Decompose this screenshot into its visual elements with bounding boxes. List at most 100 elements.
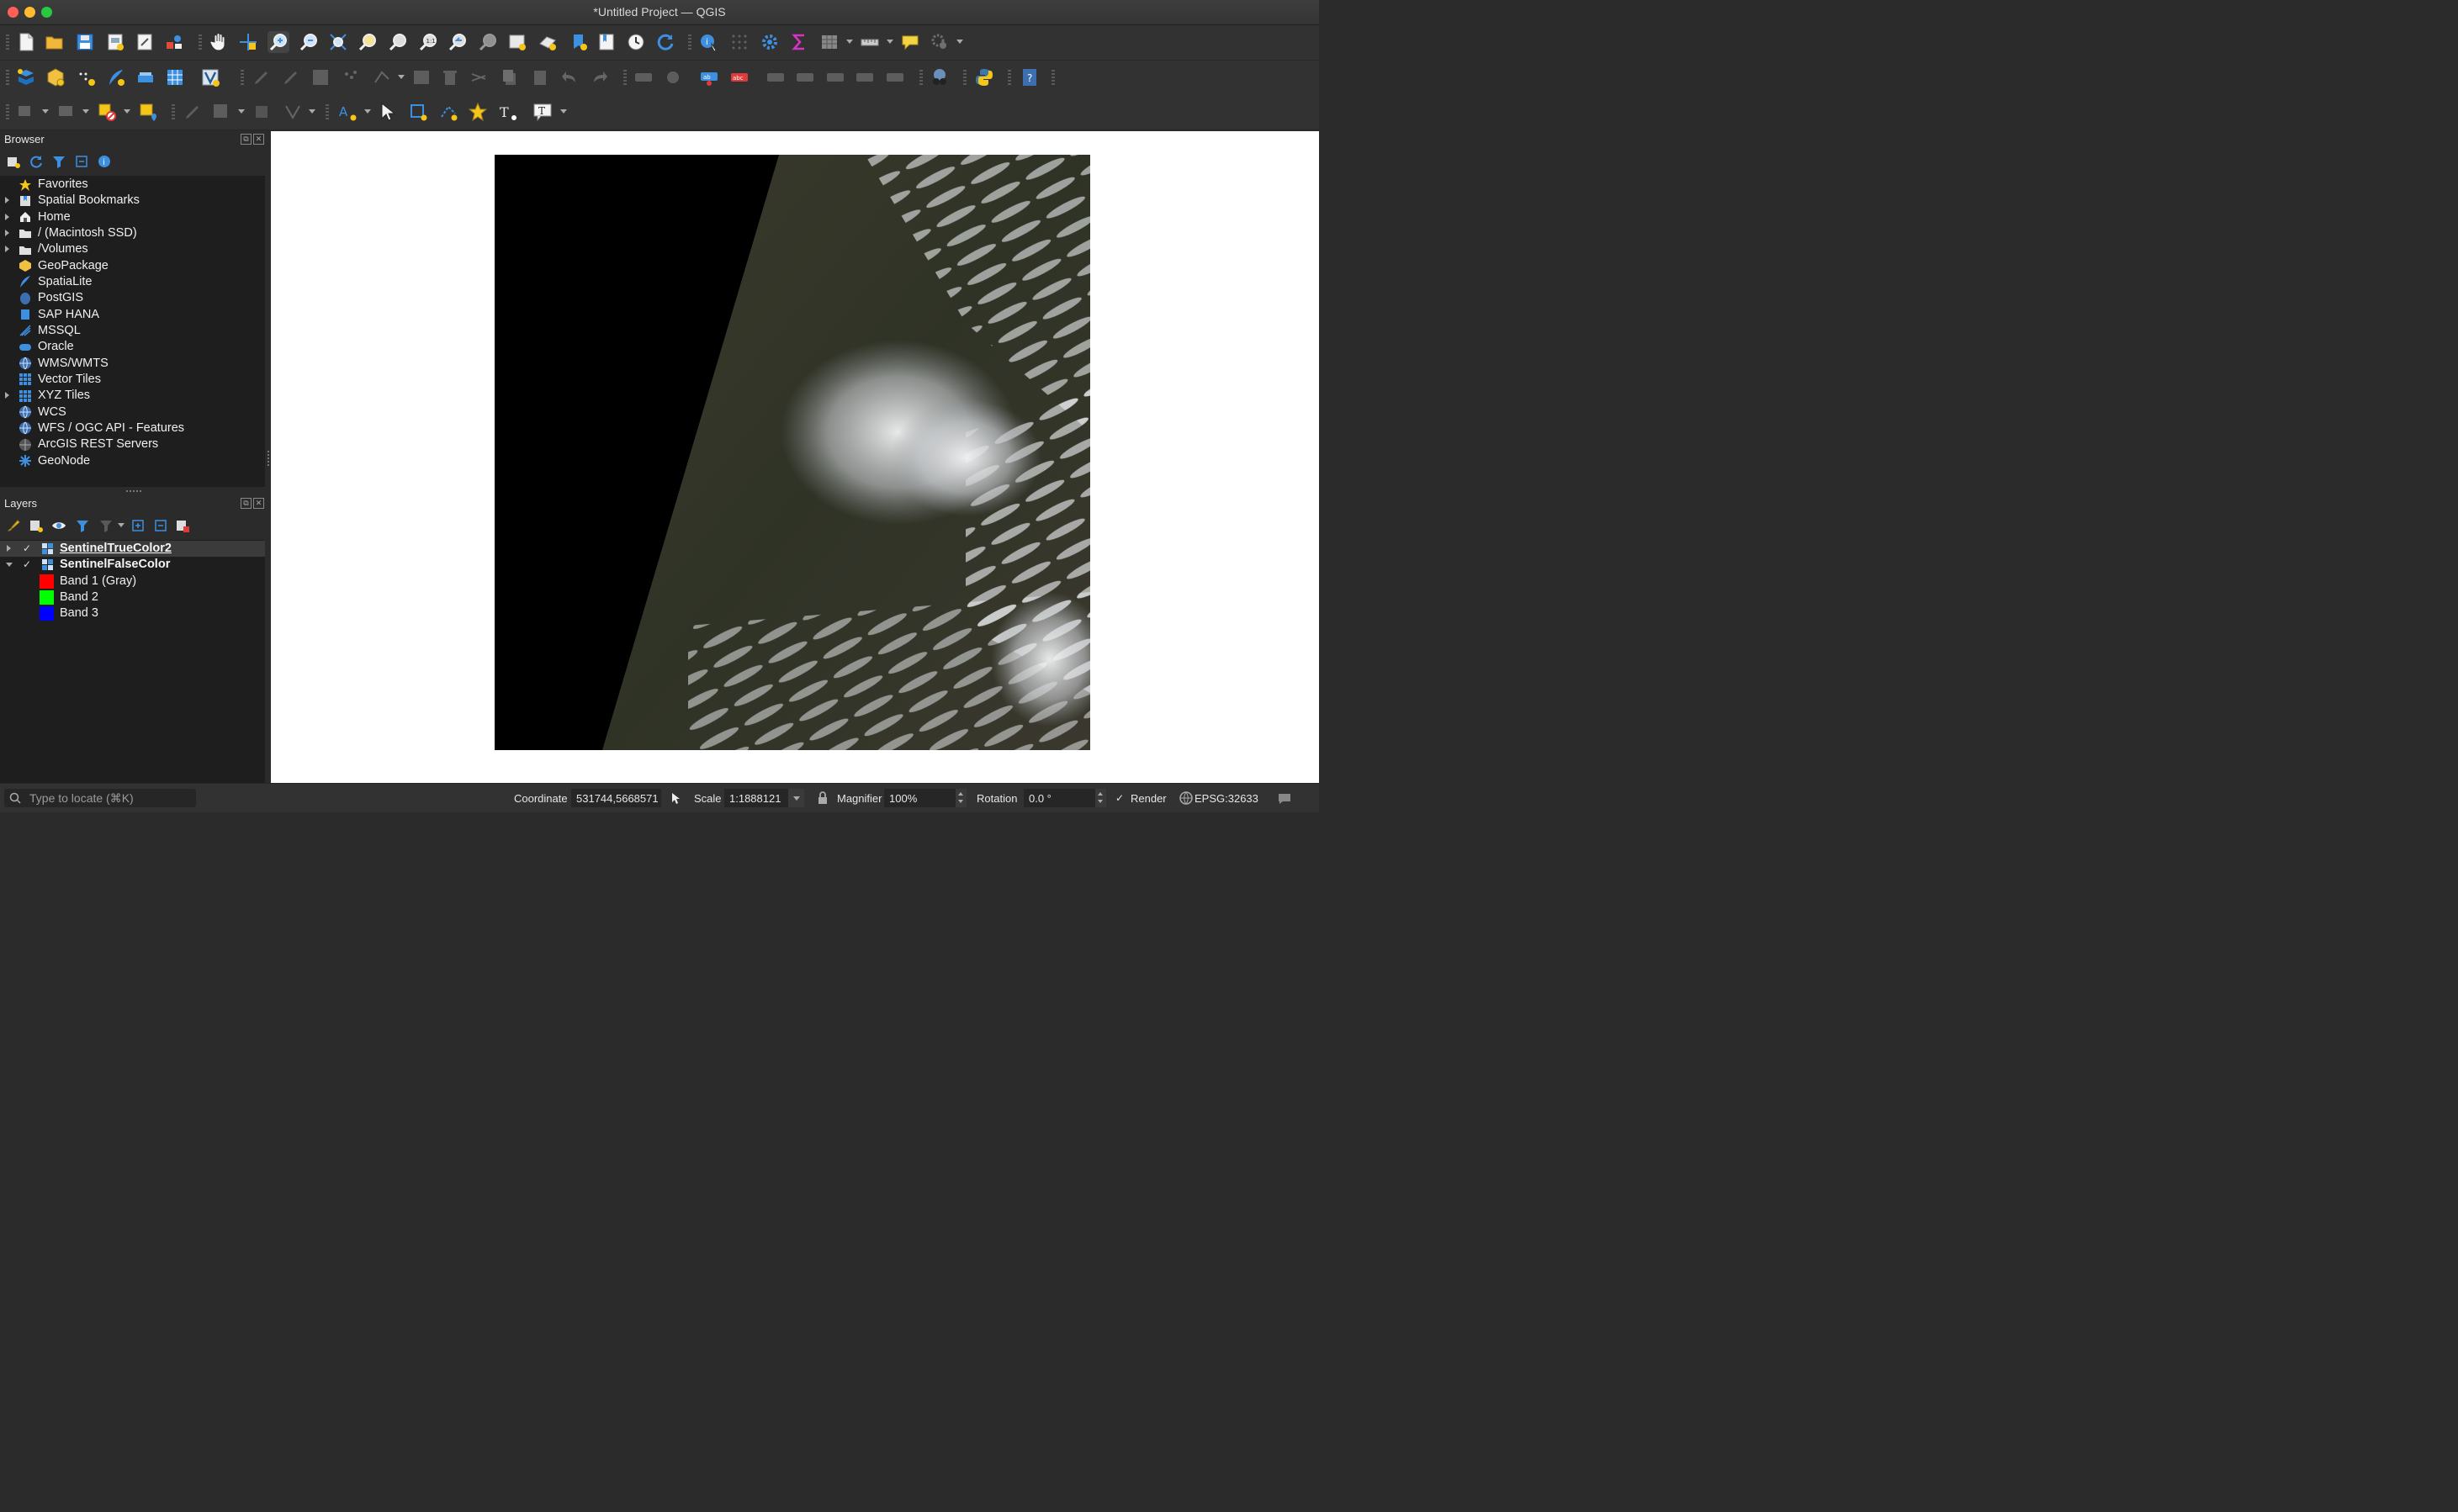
paste-features-button[interactable]	[529, 66, 551, 88]
filter-browser-button[interactable]	[50, 153, 67, 170]
create-line-annotation-button[interactable]	[437, 101, 459, 123]
manage-map-themes-button[interactable]	[50, 517, 67, 534]
toolbar-handle[interactable]	[919, 70, 923, 87]
layer-labeling-options-button[interactable]	[633, 66, 654, 88]
browser-item-arcgis-rest-servers[interactable]: ArcGIS REST Servers	[0, 436, 265, 452]
toolbar-handle[interactable]	[6, 104, 9, 121]
toolbar-handle[interactable]	[241, 70, 244, 87]
expand-arrow-icon[interactable]	[7, 545, 11, 552]
map-canvas[interactable]	[271, 131, 1319, 783]
select-features-button[interactable]	[15, 101, 37, 123]
crs-globe-icon[interactable]	[1179, 790, 1194, 806]
float-panel-icon[interactable]: ⧉	[241, 134, 252, 145]
create-text-annotation-button[interactable]: A	[336, 101, 358, 123]
zoom-full-button[interactable]	[327, 31, 349, 53]
toggle-extents-mouse-icon[interactable]	[668, 790, 683, 806]
plugin-tools-button[interactable]	[929, 31, 951, 53]
scale-combobox[interactable]: 1:1888121	[724, 789, 788, 807]
select-by-location-button[interactable]	[137, 101, 159, 123]
new-map-view-button[interactable]	[506, 31, 528, 53]
current-edits-button[interactable]	[251, 66, 273, 88]
toolbar-handle[interactable]	[6, 34, 9, 51]
annotation-callout-dropdown-arrow[interactable]	[560, 109, 567, 114]
new-spatial-bookmark-button[interactable]	[568, 31, 590, 53]
digitize-shape-button[interactable]	[182, 101, 204, 123]
expand-arrow-icon[interactable]	[5, 392, 9, 399]
deselect-all-button[interactable]	[96, 101, 118, 123]
expand-arrow-icon[interactable]	[5, 229, 9, 236]
text-annotation-callout-button[interactable]: T	[532, 101, 554, 123]
style-manager-button[interactable]	[163, 31, 185, 53]
zoom-native-resolution-button[interactable]: 1:1	[417, 31, 439, 53]
show-hide-labels-button[interactable]	[794, 66, 816, 88]
new-temporary-scratch-layer-button[interactable]	[76, 66, 98, 88]
browser-item-macintosh-ssd[interactable]: / (Macintosh SSD)	[0, 225, 265, 241]
rotate-label-button[interactable]	[854, 66, 876, 88]
modify-attributes-button[interactable]	[411, 66, 432, 88]
new-spatialite-layer-button[interactable]	[105, 66, 127, 88]
browser-item-volumes[interactable]: /Volumes	[0, 241, 265, 257]
toolbar-handle[interactable]	[172, 104, 175, 121]
browser-item-xyz-tiles[interactable]: XYZ Tiles	[0, 388, 265, 404]
rotate-feature-button[interactable]	[251, 101, 273, 123]
split-features-dropdown-arrow[interactable]	[309, 109, 315, 114]
new-3d-map-view-button[interactable]	[537, 31, 559, 53]
coordinate-field[interactable]: 531744,5668571	[571, 789, 661, 807]
modify-annotations-button[interactable]	[376, 101, 398, 123]
identify-features-button[interactable]: i	[697, 31, 719, 53]
show-spatial-bookmarks-button[interactable]	[596, 31, 617, 53]
enable-properties-widget-button[interactable]: i	[96, 153, 113, 170]
measure-line-button[interactable]	[859, 31, 881, 53]
scale-dropdown-button[interactable]	[788, 789, 804, 807]
delete-selected-button[interactable]	[439, 66, 461, 88]
zoom-to-layer-button[interactable]	[387, 31, 409, 53]
deselect-dropdown-arrow[interactable]	[124, 109, 130, 114]
browser-item-favorites[interactable]: Favorites	[0, 177, 265, 193]
new-print-layout-button[interactable]	[104, 31, 126, 53]
plugin-tools-dropdown-arrow[interactable]	[956, 40, 963, 44]
browser-item-mssql[interactable]: MSSQL	[0, 323, 265, 339]
zoom-out-button[interactable]	[298, 31, 320, 53]
undo-button[interactable]	[559, 66, 580, 88]
browser-item-wms-wmts[interactable]: WMS/WMTS	[0, 356, 265, 372]
toggle-editing-button[interactable]	[280, 66, 302, 88]
expand-all-button[interactable]	[130, 517, 146, 534]
zoom-last-button[interactable]	[447, 31, 469, 53]
browser-item-sap-hana[interactable]: SAP HANA	[0, 307, 265, 323]
collapse-all-button[interactable]	[73, 153, 90, 170]
refresh-button[interactable]	[654, 31, 676, 53]
show-map-tips-button[interactable]	[899, 31, 921, 53]
close-panel-icon[interactable]: ✕	[253, 498, 264, 509]
new-virtual-layer-button[interactable]	[135, 66, 156, 88]
add-feature-button[interactable]	[341, 66, 363, 88]
temporal-controller-button[interactable]	[625, 31, 647, 53]
zoom-to-selection-button[interactable]	[357, 31, 379, 53]
toolbar-handle[interactable]	[963, 70, 967, 87]
zoom-in-button[interactable]	[268, 31, 289, 53]
toolbar-handle[interactable]	[1008, 70, 1011, 87]
split-features-button[interactable]	[282, 101, 304, 123]
filter-legend-button[interactable]	[74, 517, 91, 534]
toolbar-handle[interactable]	[326, 104, 329, 121]
select-by-value-button[interactable]	[56, 101, 77, 123]
crs-label[interactable]: EPSG:32633	[1195, 792, 1258, 805]
python-console-button[interactable]	[973, 66, 995, 88]
magnifier-spin-buttons[interactable]	[956, 789, 967, 807]
zoom-next-button[interactable]	[477, 31, 499, 53]
expand-arrow-icon[interactable]	[5, 213, 9, 220]
save-layer-edits-button[interactable]	[310, 66, 331, 88]
lock-scale-icon[interactable]	[815, 790, 830, 806]
advanced-digitizing-dropdown-arrow[interactable]	[238, 109, 245, 114]
statistical-summary-button[interactable]	[788, 31, 810, 53]
pin-unpin-labels-button[interactable]	[765, 66, 787, 88]
browser-item-geopackage[interactable]: GeoPackage	[0, 258, 265, 274]
map-tips-button[interactable]	[728, 31, 750, 53]
open-project-button[interactable]	[44, 31, 66, 53]
close-panel-icon[interactable]: ✕	[253, 134, 264, 145]
text-annotation-dropdown-arrow[interactable]	[364, 109, 371, 114]
measure-dropdown-arrow[interactable]	[887, 40, 893, 44]
new-geopackage-layer-button[interactable]	[45, 66, 66, 88]
layer-visibility-checkbox[interactable]: ✓	[23, 559, 33, 569]
toggle-label-display-button[interactable]: abc	[728, 66, 750, 88]
select-by-value-dropdown-arrow[interactable]	[82, 109, 89, 114]
